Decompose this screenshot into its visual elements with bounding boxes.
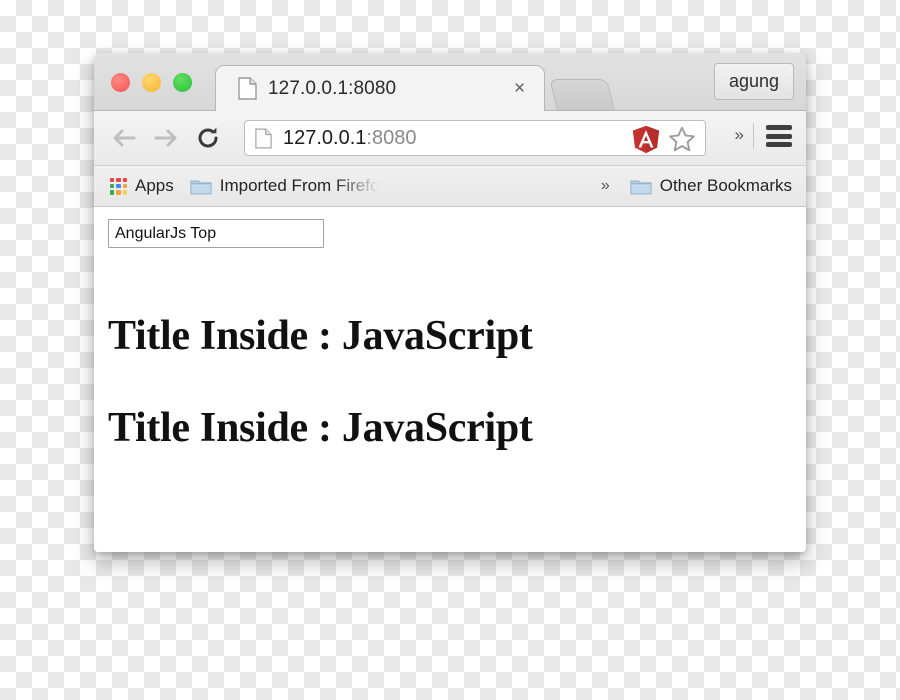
bookmark-apps[interactable]: Apps [102, 171, 182, 201]
browser-tab[interactable]: 127.0.0.1:8080 × [215, 65, 545, 111]
browser-toolbar: 127.0.0.1:8080 » [94, 111, 806, 166]
screenshot-canvas: 127.0.0.1:8080 × agung 127.0.0.1:8080 » … [0, 0, 900, 700]
forward-arrow-icon [154, 129, 177, 147]
page-heading-primary: Title Inside : JavaScript [108, 313, 533, 359]
address-bar[interactable]: 127.0.0.1:8080 [244, 120, 706, 156]
reload-icon [198, 127, 218, 148]
minimize-window-button[interactable] [142, 73, 161, 92]
hamburger-icon-bar [766, 133, 792, 139]
reload-button[interactable] [192, 122, 224, 154]
title-input[interactable] [108, 219, 324, 248]
browser-window: 127.0.0.1:8080 × agung 127.0.0.1:8080 » … [94, 53, 806, 552]
toolbar-separator [753, 123, 754, 149]
menu-button[interactable] [766, 125, 792, 147]
bookmarks-bar: Apps Imported From Firefo » Other Bookma… [94, 166, 806, 207]
bookmark-other-bookmarks[interactable]: Other Bookmarks [622, 171, 800, 201]
close-tab-button[interactable]: × [509, 78, 530, 99]
back-button[interactable] [108, 122, 140, 154]
tab-strip: 127.0.0.1:8080 × agung [94, 53, 806, 111]
forward-button[interactable] [150, 122, 182, 154]
bookmarks-overflow-button[interactable]: » [593, 177, 618, 195]
url-text: 127.0.0.1:8080 [283, 127, 416, 150]
folder-icon [190, 180, 212, 194]
bookmark-imported-label: Imported From Firefo [219, 176, 380, 195]
page-heading-secondary: Title Inside : JavaScript [108, 405, 533, 451]
page-content: Title Inside : JavaScript Title Inside :… [94, 207, 806, 552]
back-arrow-icon [113, 129, 136, 147]
close-window-button[interactable] [111, 73, 130, 92]
hamburger-icon-bar [766, 142, 792, 147]
window-controls [111, 73, 192, 92]
page-icon [255, 127, 272, 149]
zoom-window-button[interactable] [173, 73, 192, 92]
angularjs-icon[interactable] [631, 124, 661, 154]
profile-button[interactable]: agung [713, 63, 794, 100]
toolbar-overflow-button[interactable]: » [735, 125, 744, 145]
bookmarks-right-group: » Other Bookmarks [593, 171, 800, 201]
bookmark-star-icon[interactable] [667, 124, 697, 154]
new-tab-button[interactable] [549, 79, 615, 110]
hamburger-icon-bar [766, 125, 792, 130]
omnibox-icons [631, 123, 697, 155]
url-port: :8080 [366, 126, 417, 149]
folder-icon [630, 180, 652, 194]
profile-label: agung [728, 71, 779, 91]
bookmark-apps-label: Apps [135, 176, 174, 195]
bookmark-other-label: Other Bookmarks [659, 176, 792, 195]
url-host: 127.0.0.1 [283, 126, 367, 149]
bookmark-imported-from-firefox[interactable]: Imported From Firefo [182, 171, 388, 201]
tab-title: 127.0.0.1:8080 [268, 77, 397, 99]
apps-grid-icon [110, 177, 127, 195]
page-icon [238, 77, 257, 100]
